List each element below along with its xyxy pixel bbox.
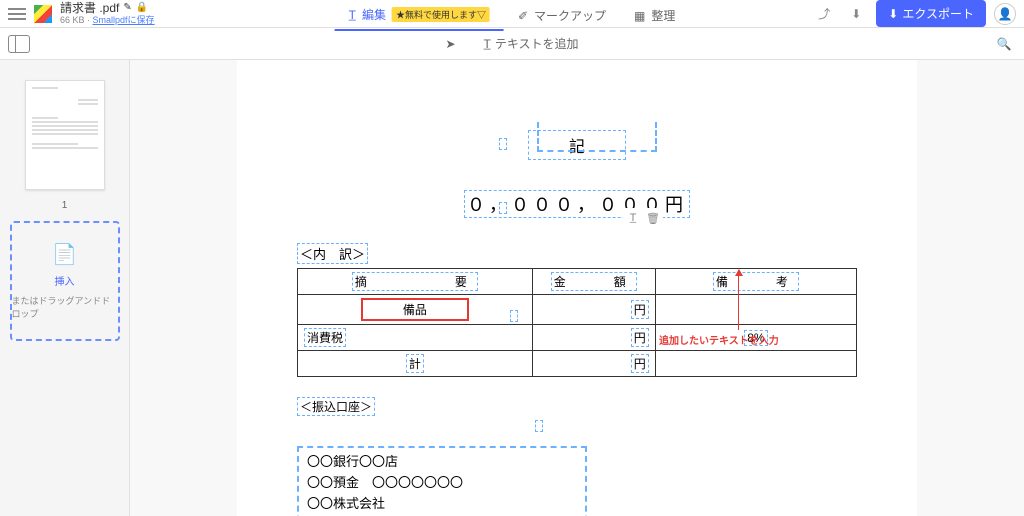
pointer-icon: ➤ — [445, 37, 455, 51]
cell-tax: 消費税 — [298, 325, 533, 351]
lock-icon: 🔒 — [136, 2, 148, 14]
breakdown-label[interactable]: ＜内 訳＞ — [297, 243, 368, 264]
table-row: 計 円 — [298, 351, 857, 377]
page-number: 1 — [62, 200, 68, 211]
right-actions: ⤴ ⬇ ⬇ エクスポート 👤 — [812, 0, 1016, 27]
header-summary: 摘 要 — [298, 269, 533, 295]
download-icon[interactable]: ⬇ — [844, 2, 868, 26]
share-icon[interactable]: ⤴ — [812, 2, 836, 26]
annotation-arrow: 追加したいテキストを入力 — [699, 270, 779, 347]
export-button[interactable]: ⬇ エクスポート — [876, 0, 986, 27]
amount-line[interactable]: ０，０００，０００円 — [297, 190, 857, 218]
cell-note[interactable] — [655, 351, 856, 377]
bank-line: 〇〇株式会社 — [307, 494, 577, 515]
cell-amount: 円 — [532, 325, 655, 351]
edit-text-icon[interactable]: T̲ — [625, 210, 641, 226]
user-icon: 👤 — [998, 7, 1013, 21]
add-text-tool[interactable]: T̲ テキストを追加 — [476, 31, 587, 56]
text-icon: T̲ — [484, 37, 491, 51]
main-tabs: T̲ 編集 ★無料で使用します▽ ✐ マークアップ ▦ 整理 — [335, 0, 690, 31]
document-canvas[interactable]: 記 ０，０００，０００円 ＜内 訳＞ T̲ 🗑 摘 要 金 額 備 考 — [130, 60, 1024, 516]
search-icon[interactable]: 🔍 — [992, 32, 1016, 56]
insert-page-dropzone[interactable]: 📄 挿入 またはドラッグアンドドロップ — [10, 221, 120, 341]
page-thumbnail[interactable] — [25, 80, 105, 190]
user-avatar[interactable]: 👤 — [994, 3, 1016, 25]
markup-icon: ✐ — [518, 9, 528, 23]
file-name: 請求書 .pdf — [60, 1, 119, 15]
bank-label[interactable]: ＜振込口座＞ — [297, 397, 375, 416]
text-fragment-box[interactable] — [537, 122, 657, 152]
annotation-text: 追加したいテキストを入力 — [659, 332, 779, 347]
header-amount: 金 額 — [532, 269, 655, 295]
save-link[interactable]: Smallpdfに保存 — [93, 15, 155, 25]
sidebar: 1 📄 挿入 またはドラッグアンドドロップ — [0, 60, 130, 516]
cell-total: 計 — [298, 351, 533, 377]
file-size: 66 KB — [60, 15, 85, 25]
top-bar: 請求書 .pdf ✎ 🔒 66 KB · Smallpdfに保存 T̲ 編集 ★… — [0, 0, 1024, 28]
edit-icon: T̲ — [349, 8, 356, 22]
organize-icon: ▦ — [634, 9, 645, 23]
sub-toolbar: ➤ T̲ テキストを追加 🔍 — [0, 28, 1024, 60]
insert-page-icon: 📄 — [52, 242, 77, 267]
free-badge: ★無料で使用します▽ — [392, 7, 490, 22]
bank-info-block[interactable]: 〇〇銀行〇〇店 〇〇預金 〇〇〇〇〇〇〇 〇〇株式会社 （※）振込手数料は、貴社… — [297, 446, 587, 516]
export-icon: ⬇ — [888, 7, 898, 21]
cell-mini-toolbar: T̲ 🗑 — [623, 208, 663, 228]
tab-markup[interactable]: ✐ マークアップ — [504, 0, 620, 31]
tab-edit[interactable]: T̲ 編集 ★無料で使用します▽ — [335, 0, 504, 31]
rename-icon[interactable]: ✎ — [123, 2, 131, 14]
bank-line: 〇〇銀行〇〇店 — [307, 452, 577, 473]
pointer-tool[interactable]: ➤ — [437, 33, 463, 55]
fragment-handle[interactable] — [499, 138, 507, 150]
fragment-handle[interactable] — [510, 310, 518, 322]
cell-amount: 円 — [532, 351, 655, 377]
workspace: 1 📄 挿入 またはドラッグアンドドロップ 記 ０，０００，０００円 ＜内 訳＞ — [0, 60, 1024, 516]
document-page[interactable]: 記 ０，０００，０００円 ＜内 訳＞ T̲ 🗑 摘 要 金 額 備 考 — [237, 60, 917, 516]
fragment-handle[interactable] — [535, 420, 543, 432]
fragment-handle[interactable] — [499, 202, 507, 214]
delete-icon[interactable]: 🗑 — [645, 210, 661, 226]
file-info: 請求書 .pdf ✎ 🔒 66 KB · Smallpdfに保存 — [60, 1, 155, 26]
hamburger-icon[interactable] — [8, 8, 26, 20]
cell-item: 備品 — [298, 295, 533, 325]
tab-organize[interactable]: ▦ 整理 — [620, 0, 689, 31]
app-logo[interactable] — [34, 5, 52, 23]
bank-line: 〇〇預金 〇〇〇〇〇〇〇 — [307, 473, 577, 494]
sidebar-toggle-icon[interactable] — [8, 35, 30, 53]
cell-amount: 円 — [532, 295, 655, 325]
